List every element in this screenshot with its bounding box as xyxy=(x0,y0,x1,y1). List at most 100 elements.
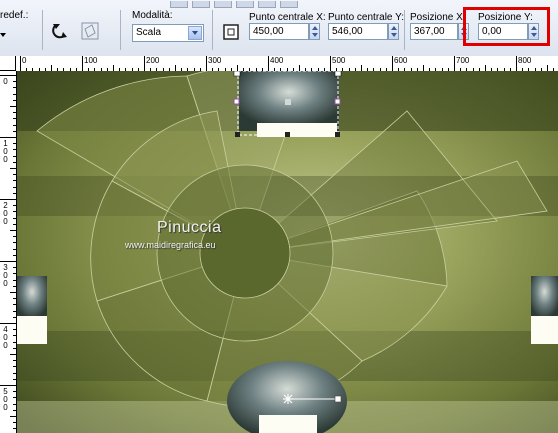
ruler-tick xyxy=(13,223,16,225)
ruler-tick xyxy=(13,254,16,256)
ruler-tick xyxy=(13,310,16,312)
ruler-tick xyxy=(0,199,16,200)
toolbar-tab[interactable] xyxy=(236,1,254,8)
ruler-label: 500 xyxy=(3,387,8,412)
toolbar-tab-strip xyxy=(170,0,310,8)
ruler-tick xyxy=(13,360,16,362)
ruler-tick xyxy=(13,186,16,188)
ruler-label: 0 xyxy=(3,77,8,86)
ruler-tick xyxy=(13,81,16,83)
ruler-tick xyxy=(13,192,16,194)
separator xyxy=(404,10,405,50)
ruler-label: 400 xyxy=(270,56,284,65)
horizontal-ruler[interactable]: 0 100 200 300 400 500 600 700 800 xyxy=(16,56,558,72)
ruler-tick xyxy=(13,124,16,126)
highlight-box xyxy=(463,7,550,46)
ruler-tick xyxy=(13,329,16,331)
ruler-tick xyxy=(0,75,16,76)
image-canvas[interactable]: Pinuccia www.maidiregrafica.eu xyxy=(17,71,558,433)
chevron-down-icon[interactable] xyxy=(188,26,202,40)
ruler-tick xyxy=(10,416,16,417)
ruler-label: 400 xyxy=(3,325,8,350)
ruler-tick xyxy=(13,242,16,244)
toolbar-tab[interactable] xyxy=(280,1,298,8)
ruler-tick xyxy=(13,347,16,349)
ruler-label: 200 xyxy=(3,201,8,226)
separator xyxy=(42,10,43,50)
center-y-spinner[interactable] xyxy=(388,23,399,40)
canvas-artwork xyxy=(17,71,558,433)
center-y-label: Punto centrale Y: xyxy=(328,12,404,23)
ruler-tick xyxy=(13,298,16,300)
center-y-field[interactable]: 546,00 xyxy=(328,23,388,40)
ruler-tick xyxy=(13,130,16,132)
ruler-label: 200 xyxy=(146,56,160,65)
ruler-tick xyxy=(13,143,16,145)
toolbar-tab[interactable] xyxy=(192,1,210,8)
watermark-url: www.maidiregrafica.eu xyxy=(125,240,216,250)
ruler-tick xyxy=(13,99,16,101)
ruler-tick xyxy=(13,304,16,306)
ruler-tick xyxy=(10,168,16,169)
separator xyxy=(212,10,213,50)
mode-label: Modalità: xyxy=(132,10,173,21)
ruler-tick xyxy=(13,236,16,238)
center-x-label: Punto centrale X: xyxy=(249,12,326,23)
ruler-label: 500 xyxy=(332,56,346,65)
ruler-label: 300 xyxy=(3,263,8,288)
ruler-tick xyxy=(10,230,16,231)
center-x-spinner[interactable] xyxy=(309,23,320,40)
ruler-tick xyxy=(10,354,16,355)
ruler-tick xyxy=(13,316,16,318)
ruler-label: 100 xyxy=(84,56,98,65)
ruler-tick xyxy=(13,211,16,213)
ruler-tick xyxy=(13,149,16,151)
mode-select[interactable]: Scala xyxy=(132,24,204,42)
ruler-tick xyxy=(13,267,16,269)
ruler-tick xyxy=(13,155,16,157)
ruler-tick xyxy=(392,56,393,71)
toolbar-tab[interactable] xyxy=(170,1,188,8)
ruler-tick xyxy=(13,422,16,424)
center-x-field[interactable]: 450,00 xyxy=(249,23,309,40)
ruler-tick xyxy=(516,56,517,71)
ruler-tick xyxy=(13,335,16,337)
vertical-ruler[interactable]: 0 100 200 300 400 500 xyxy=(0,71,17,433)
ruler-tick xyxy=(10,106,16,107)
ruler-tick xyxy=(206,56,207,71)
ruler-tick xyxy=(13,378,16,380)
preset-label: redef.: xyxy=(0,10,29,21)
ruler-tick xyxy=(13,409,16,411)
ruler-tick xyxy=(20,56,21,71)
separator xyxy=(120,10,121,50)
ruler-tick xyxy=(13,93,16,95)
preset-dropdown-arrow[interactable] xyxy=(0,29,6,37)
ruler-tick xyxy=(13,273,16,275)
ruler-label: 800 xyxy=(518,56,532,65)
toolbar-tab[interactable] xyxy=(258,1,276,8)
ruler-tick xyxy=(13,341,16,343)
ruler-label: 0 xyxy=(22,56,27,65)
rotate-icon[interactable] xyxy=(80,21,100,41)
ruler-corner xyxy=(0,56,16,71)
mode-select-value: Scala xyxy=(136,27,162,38)
ruler-tick xyxy=(0,385,16,386)
ruler-label: 100 xyxy=(3,139,8,164)
ruler-tick xyxy=(268,56,269,71)
ruler-tick xyxy=(82,56,83,71)
position-x-field[interactable]: 367,00 xyxy=(410,23,458,40)
ruler-tick xyxy=(13,217,16,219)
ruler-tick xyxy=(13,285,16,287)
ruler-tick xyxy=(13,248,16,250)
ruler-tick xyxy=(0,137,16,138)
position-x-label: Posizione X: xyxy=(410,12,466,23)
ruler-tick xyxy=(13,403,16,405)
ruler-tick xyxy=(330,56,331,71)
flip-icon[interactable] xyxy=(50,21,70,41)
ruler-tick xyxy=(13,279,16,281)
watermark-title: Pinuccia xyxy=(157,219,222,236)
ruler-label: 700 xyxy=(456,56,470,65)
toolbar-tab[interactable] xyxy=(214,1,232,8)
center-icon[interactable] xyxy=(221,22,241,42)
ruler-tick xyxy=(13,180,16,182)
